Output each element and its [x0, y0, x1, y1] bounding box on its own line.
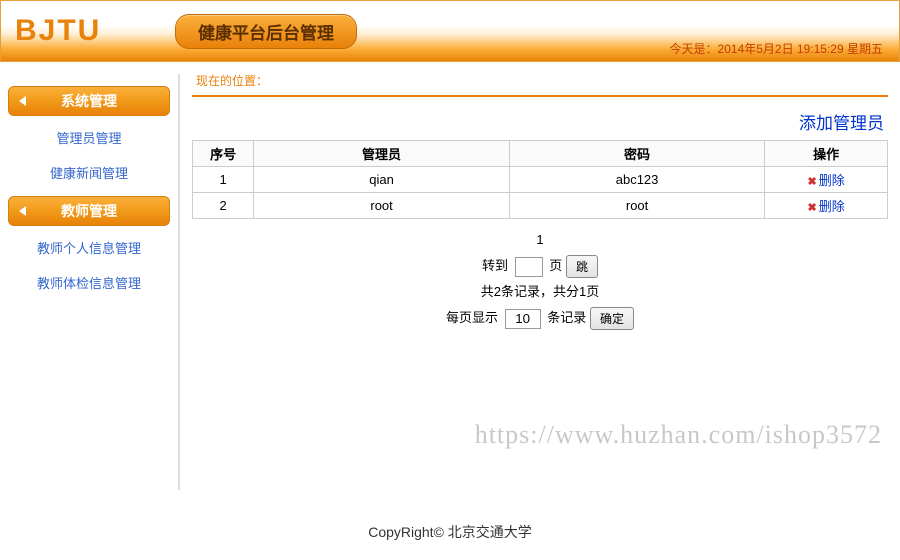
- cell-index: 2: [193, 193, 254, 219]
- breadcrumb: 现在的位置：: [192, 72, 888, 97]
- col-admin: 管理员: [254, 141, 510, 167]
- confirm-button[interactable]: 确定: [590, 307, 634, 330]
- date-value: 2014年5月2日 19:15:29: [718, 42, 844, 56]
- logo: BJTU: [15, 14, 175, 48]
- cell-password: abc123: [509, 167, 765, 193]
- nav-item-teacher-info[interactable]: 教师个人信息管理: [8, 230, 170, 265]
- goto-suffix: 页: [549, 258, 562, 273]
- nav-section-teacher[interactable]: 教师管理: [8, 196, 170, 226]
- goto-prefix: 转到: [482, 258, 508, 273]
- nav-section-system[interactable]: 系统管理: [8, 86, 170, 116]
- table-row: 1 qian abc123 ✖删除: [193, 167, 888, 193]
- date-prefix: 今天是：: [670, 42, 718, 56]
- col-password: 密码: [509, 141, 765, 167]
- nav-item-admin[interactable]: 管理员管理: [8, 120, 170, 155]
- app-title: 健康平台后台管理: [175, 14, 357, 49]
- delete-label: 删除: [819, 199, 845, 214]
- delete-link[interactable]: ✖删除: [765, 193, 888, 219]
- footer: CopyRight© 北京交通大学: [0, 510, 900, 554]
- admin-table: 序号 管理员 密码 操作 1 qian abc123 ✖删除 2 root ro…: [192, 140, 888, 219]
- nav-section-label: 系统管理: [61, 91, 117, 111]
- pager: 1 转到 页 跳 共2条记录，共分1页 每页显示 条记录 确定: [192, 227, 888, 331]
- copyright-label: CopyRight©: [368, 524, 444, 540]
- weekday: 星期五: [847, 42, 883, 56]
- current-page: 1: [192, 227, 888, 253]
- perpage-suffix: 条记录: [547, 310, 586, 325]
- delete-label: 删除: [819, 173, 845, 188]
- delete-icon: ✖: [808, 175, 817, 188]
- table-row: 2 root root ✖删除: [193, 193, 888, 219]
- perpage-input[interactable]: [505, 309, 541, 329]
- nav-section-label: 教师管理: [61, 201, 117, 221]
- delete-icon: ✖: [808, 201, 817, 214]
- sidebar: 系统管理 管理员管理 健康新闻管理 教师管理 教师个人信息管理 教师体检信息管理: [0, 62, 178, 502]
- cell-admin: qian: [254, 167, 510, 193]
- main-panel: 现在的位置： 添加管理员 序号 管理员 密码 操作 1 qian abc123 …: [180, 62, 900, 502]
- col-index: 序号: [193, 141, 254, 167]
- perpage-prefix: 每页显示: [446, 310, 498, 325]
- add-admin-link[interactable]: 添加管理员: [192, 109, 884, 134]
- cell-admin: root: [254, 193, 510, 219]
- cell-index: 1: [193, 167, 254, 193]
- col-op: 操作: [765, 141, 888, 167]
- cell-password: root: [509, 193, 765, 219]
- org-name: 北京交通大学: [448, 524, 532, 540]
- pager-summary: 共2条记录，共分1页: [192, 279, 888, 305]
- jump-button[interactable]: 跳: [566, 255, 598, 278]
- today-line: 今天是：2014年5月2日 19:15:29 星期五: [670, 40, 883, 57]
- nav-item-news[interactable]: 健康新闻管理: [8, 155, 170, 190]
- delete-link[interactable]: ✖删除: [765, 167, 888, 193]
- header-bar: BJTU 健康平台后台管理 今天是：2014年5月2日 19:15:29 星期五: [0, 0, 900, 62]
- nav-item-teacher-exam[interactable]: 教师体检信息管理: [8, 265, 170, 300]
- goto-page-input[interactable]: [515, 257, 543, 277]
